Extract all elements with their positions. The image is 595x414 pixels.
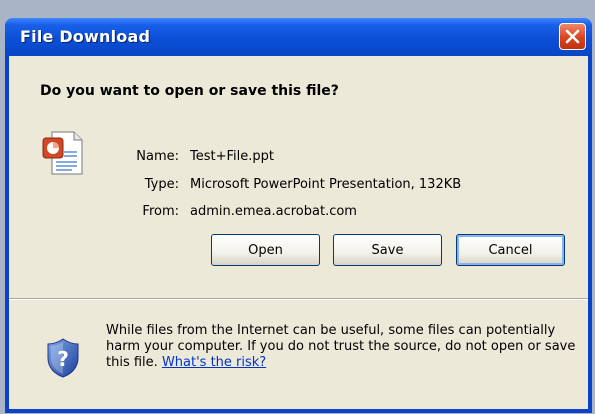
name-label: Name: [136, 149, 179, 164]
window-title: File Download [20, 27, 151, 46]
divider [9, 298, 588, 300]
type-value: Microsoft PowerPoint Presentation, 132KB [190, 177, 462, 192]
dialog-question: Do you want to open or save this file? [40, 83, 339, 99]
powerpoint-file-icon [42, 131, 83, 175]
from-label: From: [142, 204, 179, 219]
svg-text:?: ? [57, 347, 69, 371]
dialog-body: Do you want to open or save this file? N… [9, 56, 588, 409]
name-value: Test+File.ppt [190, 149, 274, 164]
close-button[interactable] [559, 23, 586, 50]
security-warning: While files from the Internet can be use… [106, 323, 576, 371]
save-button[interactable]: Save [333, 234, 442, 266]
type-label: Type: [144, 177, 179, 192]
whats-the-risk-link[interactable]: What's the risk? [162, 355, 266, 370]
cancel-button[interactable]: Cancel [456, 234, 565, 266]
from-value: admin.emea.acrobat.com [190, 204, 357, 219]
security-shield-icon: ? [47, 338, 79, 378]
open-button[interactable]: Open [211, 234, 320, 266]
title-bar[interactable]: File Download [5, 18, 592, 56]
close-icon [565, 29, 580, 44]
file-download-dialog: File Download Do you want to open or sav… [5, 18, 592, 413]
